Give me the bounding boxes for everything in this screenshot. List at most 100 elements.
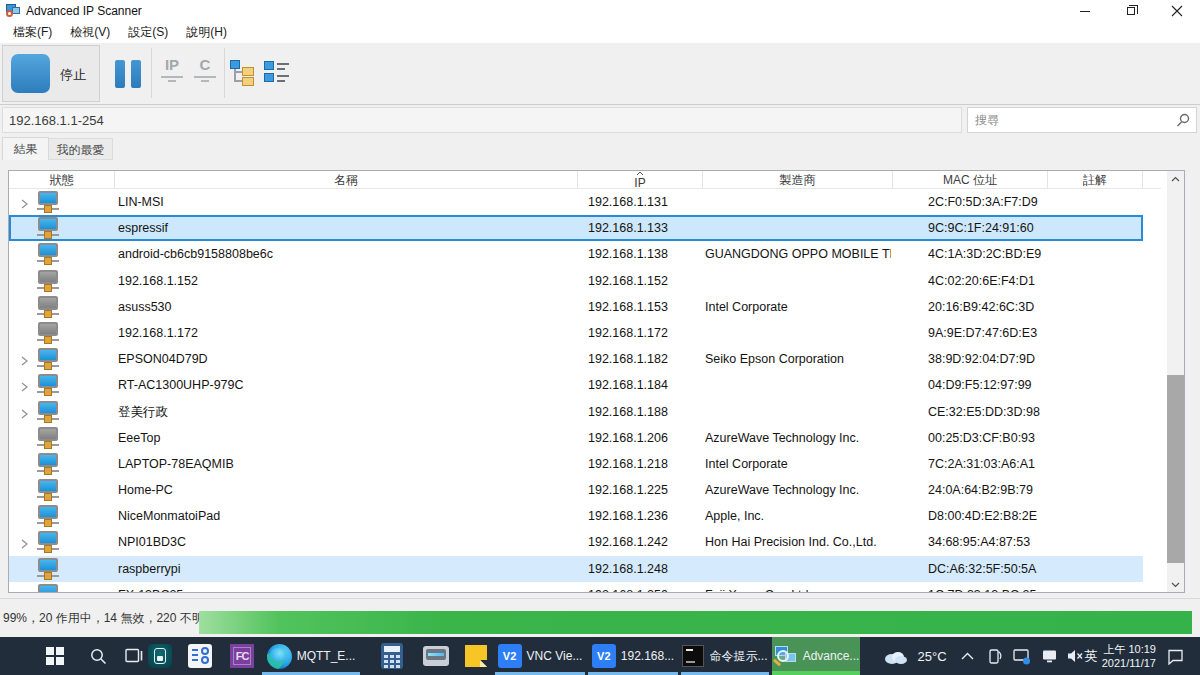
column-header-mac[interactable]: MAC 位址 <box>893 171 1048 189</box>
taskbar-button-vnc2[interactable]: V2 192.168... <box>588 637 678 675</box>
cell-ip: 192.168.1.242 <box>588 529 700 555</box>
taskbar-search-button[interactable] <box>86 637 110 675</box>
pinned-app-audio[interactable] <box>422 637 450 675</box>
scrollbar-up-icon[interactable] <box>1167 171 1184 186</box>
table-row[interactable]: raspberrypi 192.168.1.248 DC:A6:32:5F:50… <box>9 556 1143 582</box>
cell-comment <box>1051 241 1141 267</box>
cmd-icon <box>682 645 704 667</box>
pinned-app-card[interactable] <box>188 637 212 675</box>
rotation-lock-tray-icon[interactable] <box>984 637 1006 675</box>
table-row[interactable]: 192.168.1.172 192.168.1.172 9A:9E:D7:47:… <box>9 320 1143 346</box>
table-row[interactable]: asuss530 192.168.1.153 Intel Corporate 2… <box>9 294 1143 320</box>
table-row[interactable]: LIN-MSI 192.168.1.131 2C:F0:5D:3A:F7:D9 <box>9 189 1143 215</box>
scrollbar-thumb[interactable] <box>1167 375 1184 563</box>
window-title: Advanced IP Scanner <box>26 4 142 18</box>
cell-name: 登美行政 <box>118 399 573 425</box>
vnc-icon: V2 <box>498 644 522 668</box>
task-view-icon <box>125 648 144 664</box>
search-box <box>967 107 1197 133</box>
taskbar-button-scanner[interactable]: Advance... <box>772 637 860 675</box>
weather-icon-button[interactable] <box>880 637 910 675</box>
column-header-status[interactable]: 狀態 <box>9 171 115 189</box>
expand-chevron-icon[interactable] <box>20 589 29 592</box>
pinned-app-teal[interactable] <box>148 637 172 675</box>
cell-mac: 4C:02:20:6E:F4:D1 <box>928 268 1068 294</box>
start-button[interactable] <box>40 637 70 675</box>
class-c-scan-button[interactable]: C <box>192 57 218 82</box>
minimize-button[interactable] <box>1062 0 1108 22</box>
expand-chevron-icon[interactable] <box>20 196 29 214</box>
cell-mac: CE:32:E5:DD:3D:98 <box>928 399 1068 425</box>
device-status-icon <box>38 505 60 528</box>
table-row[interactable]: FX-13BC25 192.168.1.250 Fuji Xerox Co., … <box>9 582 1143 592</box>
cell-manufacturer <box>705 189 891 215</box>
cell-name: EPSON04D79D <box>118 346 573 372</box>
tab-results[interactable]: 結果 <box>2 137 49 160</box>
cell-mac: 4C:1A:3D:2C:BD:E9 <box>928 241 1068 267</box>
table-row[interactable]: 登美行政 192.168.1.188 CE:32:E5:DD:3D:98 <box>9 399 1143 425</box>
expand-chevron-icon[interactable] <box>20 353 29 371</box>
taskbar-button-mqtt[interactable]: MQTT_E... <box>262 637 360 675</box>
task-view-button[interactable] <box>122 637 146 675</box>
action-center-button[interactable] <box>1160 637 1190 675</box>
cell-manufacturer: Fuji Xerox Co., Ltd. <box>705 582 891 592</box>
taskbar-clock[interactable]: 上午 10:19 2021/11/17 <box>1098 637 1156 675</box>
cell-name: RT-AC1300UHP-979C <box>118 372 573 398</box>
network-tray-icon[interactable] <box>1038 637 1062 675</box>
pause-button[interactable] <box>114 60 142 88</box>
table-row[interactable]: EPSON04D79D 192.168.1.182 Seiko Epson Co… <box>9 346 1143 372</box>
menu-item[interactable]: 說明(H) <box>186 22 227 43</box>
tree-view-button[interactable] <box>230 60 257 87</box>
ethernet-icon <box>1041 648 1059 664</box>
expand-chevron-icon[interactable] <box>20 406 29 424</box>
table-row[interactable]: NPI01BD3C 192.168.1.242 Hon Hai Precisio… <box>9 529 1143 555</box>
stop-button[interactable]: 停止 <box>2 45 100 102</box>
table-row[interactable]: LAPTOP-78EAQMIB 192.168.1.218 Intel Corp… <box>9 451 1143 477</box>
weather-cloud-icon <box>882 647 908 665</box>
list-view-button[interactable] <box>264 60 290 86</box>
table-row[interactable]: Home-PC 192.168.1.225 AzureWave Technolo… <box>9 477 1143 503</box>
table-row[interactable]: NiceMonmatoiPad 192.168.1.236 Apple, Inc… <box>9 503 1143 529</box>
pinned-app-calculator[interactable] <box>380 637 404 675</box>
scrollbar-down-icon[interactable] <box>1167 577 1184 592</box>
vertical-scrollbar[interactable] <box>1167 171 1184 592</box>
menu-item[interactable]: 設定(S) <box>128 22 168 43</box>
column-header-name[interactable]: 名稱 <box>115 171 578 189</box>
tray-expand-button[interactable] <box>956 637 978 675</box>
table-row[interactable]: RT-AC1300UHP-979C 192.168.1.184 04:D9:F5… <box>9 372 1143 398</box>
taskbar-button-vnc[interactable]: V2 VNC Vie... <box>495 637 585 675</box>
expand-chevron-icon[interactable] <box>20 536 29 554</box>
taskbar-button-cmd[interactable]: 命令提示... <box>681 637 769 675</box>
pinned-app-sticky-notes[interactable] <box>464 637 488 675</box>
restore-button[interactable] <box>1108 0 1154 22</box>
taskbar-search-icon <box>89 647 108 666</box>
table-row[interactable]: android-cb6cb9158808be6c 192.168.1.138 G… <box>9 241 1143 267</box>
screen: Advanced IP Scanner 檔案(F) 檢視(V) 設定(S) 說明(H)… <box>0 0 1200 675</box>
minimize-icon <box>1080 11 1090 12</box>
menu-item[interactable]: 檔案(F) <box>13 22 52 43</box>
menu-item[interactable]: 檢視(V) <box>70 22 110 43</box>
expand-chevron-icon[interactable] <box>20 379 29 397</box>
pinned-app-purple[interactable]: FC <box>230 637 254 675</box>
column-header-ip[interactable]: IP <box>578 171 703 189</box>
device-status-icon <box>38 584 60 592</box>
cast-tray-icon[interactable] <box>1010 637 1034 675</box>
tab-favorites[interactable]: 我的最愛 <box>49 138 113 160</box>
ip-scan-button[interactable]: IP <box>158 57 186 82</box>
search-input[interactable] <box>968 108 1173 132</box>
ip-range-input[interactable] <box>2 107 962 133</box>
cell-name: 192.168.1.172 <box>118 320 573 346</box>
table-row[interactable]: espressif 192.168.1.133 9C:9C:1F:24:91:6… <box>9 215 1143 241</box>
cast-icon <box>1013 648 1031 665</box>
column-header-comment[interactable]: 註解 <box>1048 171 1143 189</box>
temperature-label[interactable]: 25°C <box>912 637 952 675</box>
cell-name: LIN-MSI <box>118 189 573 215</box>
cell-mac: DC:A6:32:5F:50:5A <box>928 556 1068 582</box>
toolbar: 停止 IP C <box>0 43 1200 105</box>
table-row[interactable]: 192.168.1.152 192.168.1.152 4C:02:20:6E:… <box>9 268 1143 294</box>
table-row[interactable]: EeeTop 192.168.1.206 AzureWave Technolog… <box>9 425 1143 451</box>
edge-icon <box>267 644 292 669</box>
scan-summary: 99%，20 作用中，14 無效，220 不明 <box>3 599 204 638</box>
column-header-manufacturer[interactable]: 製造商 <box>703 171 893 189</box>
close-button[interactable] <box>1154 0 1200 22</box>
